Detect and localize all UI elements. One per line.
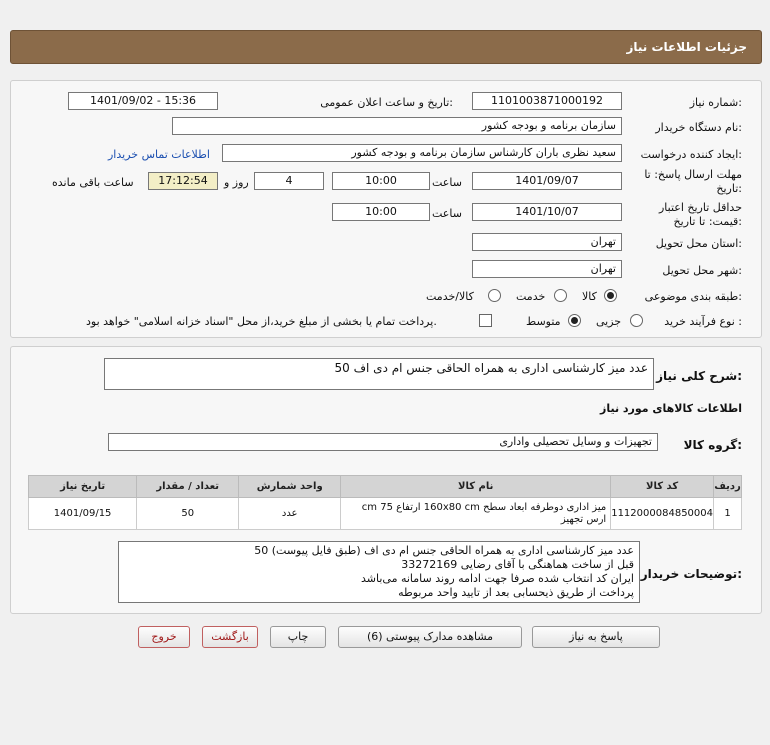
category-service-label: خدمت [516,290,546,303]
remaining-time-label: ساعت باقی مانده [52,176,134,189]
process-medium-label: متوسط [526,315,561,328]
remaining-time-field: 17:12:54 [148,172,218,190]
cell-date: 1401/09/15 [27,497,138,530]
goods-group-label: گروه کالا: [683,438,742,452]
header-qty: تعداد / مقدار [136,475,240,498]
treasury-payment-note: پرداخت تمام یا بخشی از مبلغ خرید،از محل … [86,315,437,328]
buyer-notes-line: پرداخت از طریق ذیحسابی بعد از تایید واحد… [398,586,634,599]
buyer-notes-line: 50 عدد میز کارشناسی اداری به همراه الحاق… [254,544,634,557]
buyer-notes-field: 50 عدد میز کارشناسی اداری به همراه الحاق… [118,541,640,603]
price-validity-time-field: 10:00 [332,203,430,221]
need-number-label: شماره نیاز: [689,96,742,109]
process-minor-label: جزیی [596,315,622,328]
announce-date-label: تاریخ و ساعت اعلان عمومی: [320,96,453,109]
delivery-province-label: استان محل تحویل: [655,237,742,250]
price-validity-label-2: قیمت: تا تاریخ: [673,215,742,228]
goods-info-title: اطلاعات کالاهای مورد نیاز [600,402,742,415]
delivery-city-field: تهران [472,260,622,278]
need-number-field: 1101003871000192 [472,92,622,110]
response-deadline-label-2: تاریخ: [716,182,742,195]
table-row: 1 1112000084850004 میز اداری دوطرفه ابعا… [27,497,742,530]
response-time-field: 10:00 [332,172,430,190]
page-title-bar: جزئیات اطلاعات نیاز [10,30,762,64]
category-radio-service[interactable] [554,289,567,302]
price-validity-date-field: 1401/10/07 [472,203,622,221]
header-row-num: ردیف [713,475,742,498]
exit-button[interactable]: خروج [138,626,190,648]
process-radio-minor[interactable] [630,314,643,327]
header-code: کد کالا [610,475,714,498]
response-deadline-label: مهلت ارسال پاسخ: تا [644,168,742,181]
cell-row-num: 1 [713,497,742,530]
delivery-city-label: شهر محل تحویل: [662,264,742,277]
page-title: جزئیات اطلاعات نیاز [626,40,747,54]
print-button[interactable]: چاپ [270,626,326,648]
cell-qty: 50 [136,497,240,530]
category-radio-goods-service[interactable] [488,289,501,302]
cell-unit: عدد [238,497,342,530]
general-desc-label: شرح کلی نیاز: [656,369,742,383]
category-label: طبقه بندی موضوعی: [644,290,742,303]
cell-code: 1112000084850004 [610,497,714,530]
goods-table: ردیف کد کالا نام کالا واحد شمارش تعداد /… [27,475,742,530]
reply-button[interactable]: پاسخ به نیاز [532,626,660,648]
category-goods-service-label: کالا/خدمت [426,290,474,303]
requester-label: ایجاد کننده درخواست: [640,148,742,161]
buyer-org-label: نام دستگاه خریدار: [655,121,742,134]
response-date-field: 1401/09/07 [472,172,622,190]
treasury-payment-checkbox[interactable] [479,314,492,327]
requester-field: سعید نظری باران کارشناس سازمان برنامه و … [222,144,622,162]
header-name: نام کالا [340,475,612,498]
response-time-label: ساعت [432,176,462,189]
goods-table-header: ردیف کد کالا نام کالا واحد شمارش تعداد /… [27,475,742,498]
days-label: روز و [224,176,249,189]
price-validity-time-label: ساعت [432,207,462,220]
announce-date-field: 1401/09/02 - 15:36 [68,92,218,110]
buyer-notes-line: ایران کد انتخاب شده صرفا جهت ادامه روند … [361,572,634,585]
header-date: تاریخ نیاز [27,475,138,498]
buyer-notes-label: توضیحات خریدار: [640,567,742,581]
price-validity-label: حداقل تاریخ اعتبار [658,201,742,214]
buyer-contact-link[interactable]: اطلاعات تماس خریدار [108,148,210,161]
attachments-button[interactable]: مشاهده مدارک پیوستی (6) [338,626,522,648]
days-field: 4 [254,172,324,190]
buyer-org-field: سازمان برنامه و بودجه کشور [172,117,622,135]
category-radio-goods[interactable] [604,289,617,302]
back-button[interactable]: بازگشت [202,626,258,648]
general-desc-field: 50 عدد میز کارشناسی اداری به همراه الحاق… [104,358,654,390]
header-unit: واحد شمارش [238,475,342,498]
buyer-notes-line: قبل از ساخت هماهنگی با آقای رضایی 332721… [401,558,634,571]
goods-group-field: تجهیزات و وسایل تحصیلی واداری [108,433,658,451]
delivery-province-field: تهران [472,233,622,251]
purchase-process-label: نوع فرآیند خرید : [664,315,742,328]
category-goods-label: کالا [582,290,597,303]
cell-name: میز اداری دوطرفه ابعاد سطح 160x80 cm ارت… [340,497,612,530]
process-radio-medium[interactable] [568,314,581,327]
